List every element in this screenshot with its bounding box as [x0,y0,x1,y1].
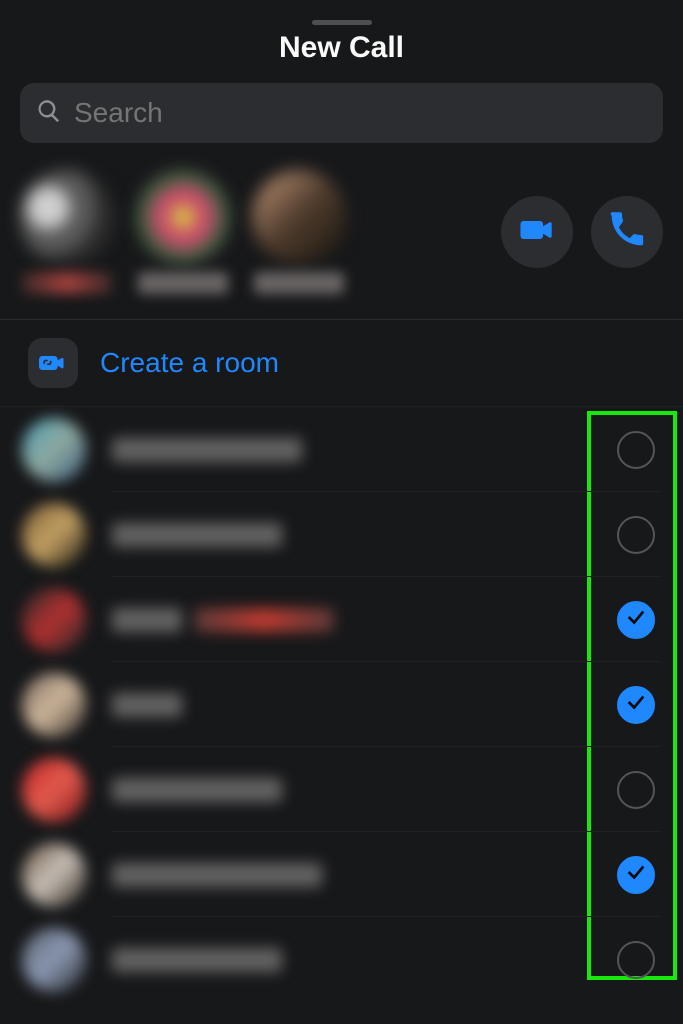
participant-name [22,272,112,294]
select-checkbox[interactable] [617,856,655,894]
contact-name [112,948,282,972]
contact-name [112,608,182,632]
avatar [252,170,346,264]
check-icon [625,861,647,888]
participant-name [254,272,344,294]
avatar [22,928,86,992]
contact-row[interactable] [0,832,683,917]
page-title: New Call [0,31,683,65]
select-checkbox[interactable] [617,941,655,979]
contact-row[interactable] [0,662,683,747]
select-checkbox[interactable] [617,686,655,724]
avatar [22,503,86,567]
contact-row[interactable] [0,492,683,577]
contact-row[interactable] [0,747,683,832]
contacts-list [0,406,683,1002]
participant-name [138,272,228,294]
avatar [20,170,114,264]
selected-participants [20,170,501,294]
video-icon [519,212,555,253]
avatar [22,673,86,737]
contact-row[interactable] [0,577,683,662]
phone-icon [609,212,645,253]
select-checkbox[interactable] [617,431,655,469]
selected-participant[interactable] [252,170,346,294]
contact-name [112,438,302,462]
avatar [136,170,230,264]
check-icon [625,606,647,633]
contact-name [112,523,282,547]
search-field[interactable] [20,83,663,143]
search-input[interactable] [74,97,647,129]
contact-name-hl [194,608,334,632]
contact-row[interactable] [0,917,683,1002]
select-checkbox[interactable] [617,516,655,554]
search-icon [36,98,62,129]
contact-name [112,863,322,887]
avatar [22,418,86,482]
video-call-button[interactable] [501,196,573,268]
contact-name [112,693,182,717]
selected-participant[interactable] [136,170,230,294]
create-room-row[interactable]: Create a room [0,320,683,406]
check-icon [625,691,647,718]
create-room-label: Create a room [100,347,279,379]
select-checkbox[interactable] [617,771,655,809]
audio-call-button[interactable] [591,196,663,268]
sheet-grabber[interactable] [312,20,372,25]
contact-row[interactable] [0,407,683,492]
selected-participant[interactable] [20,170,114,294]
avatar [22,758,86,822]
avatar [22,843,86,907]
avatar [22,588,86,652]
select-checkbox[interactable] [617,601,655,639]
contact-name [112,778,282,802]
room-link-icon [28,338,78,388]
new-call-sheet: New Call [0,12,683,1024]
